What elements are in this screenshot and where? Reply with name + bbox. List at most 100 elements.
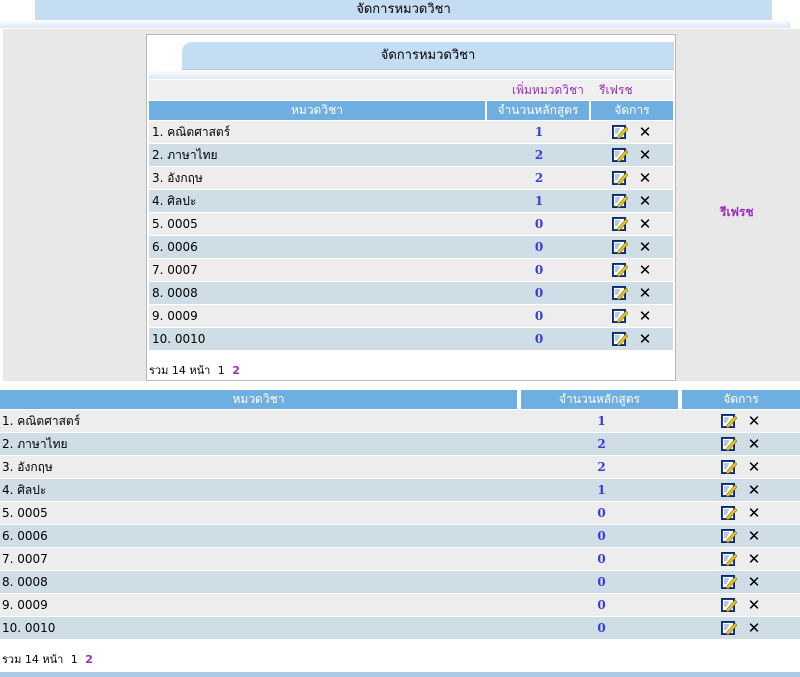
delete-icon[interactable]: ✕ [747,437,761,452]
delete-icon[interactable]: ✕ [638,309,652,324]
edit-icon[interactable] [612,263,629,278]
course-count[interactable]: 0 [487,236,591,258]
table-row: 8. 0008 0 ✕ [149,282,673,304]
delete-icon[interactable]: ✕ [638,125,652,140]
course-count[interactable]: 0 [487,305,591,327]
category-name: 1. คณิตศาสตร์ [149,121,487,143]
column-header-count: จำนวนหลักสูตร [487,101,591,120]
delete-icon[interactable]: ✕ [747,621,761,636]
edit-icon[interactable] [612,148,629,163]
edit-icon[interactable] [721,621,738,636]
course-count[interactable]: 0 [521,594,682,616]
delete-icon[interactable]: ✕ [747,575,761,590]
delete-icon[interactable]: ✕ [638,286,652,301]
delete-icon[interactable]: ✕ [638,240,652,255]
row-actions: ✕ [591,190,673,212]
edit-icon[interactable] [721,460,738,475]
side-refresh-link[interactable]: รีเฟรช [720,203,754,222]
course-count[interactable]: 0 [487,259,591,281]
table-row: 4. ศิลปะ 1 ✕ [0,479,800,501]
page-summary: รวม 14 หน้า [2,653,64,666]
page-current: 1 [217,364,225,377]
course-count[interactable]: 2 [487,167,591,189]
table-row: 8. 0008 0 ✕ [0,571,800,593]
panel-actions: เพิ่มหมวดวิชา รีเฟรช [149,80,673,100]
table-row: 7. 0007 0 ✕ [0,548,800,570]
category-name: 2. ภาษาไทย [149,144,487,166]
course-count[interactable]: 1 [487,190,591,212]
course-count[interactable]: 1 [487,121,591,143]
delete-icon[interactable]: ✕ [638,148,652,163]
course-count[interactable]: 0 [487,282,591,304]
course-count[interactable]: 1 [521,479,682,501]
delete-icon[interactable]: ✕ [638,332,652,347]
refresh-link[interactable]: รีเฟรช [599,80,633,100]
edit-icon[interactable] [721,437,738,452]
edit-icon[interactable] [612,171,629,186]
course-count[interactable]: 2 [521,433,682,455]
course-count[interactable]: 2 [487,144,591,166]
row-actions: ✕ [591,213,673,235]
footer-line [0,672,800,677]
delete-icon[interactable]: ✕ [638,194,652,209]
table-row: 3. อังกฤษ 2 ✕ [149,167,673,189]
page-link-2[interactable]: 2 [85,653,93,666]
edit-icon[interactable] [721,598,738,613]
course-count[interactable]: 0 [521,525,682,547]
column-header-count: จำนวนหลักสูตร [521,390,682,409]
edit-icon[interactable] [721,552,738,567]
delete-icon[interactable]: ✕ [747,552,761,567]
row-actions: ✕ [682,410,800,432]
edit-icon[interactable] [612,286,629,301]
row-actions: ✕ [591,259,673,281]
row-actions: ✕ [591,305,673,327]
table-row: 10. 0010 0 ✕ [149,328,673,350]
delete-icon[interactable]: ✕ [747,414,761,429]
edit-icon[interactable] [721,483,738,498]
delete-icon[interactable]: ✕ [638,217,652,232]
course-count[interactable]: 0 [521,571,682,593]
delete-icon[interactable]: ✕ [747,598,761,613]
pagination-bottom: รวม 14 หน้า 1 2 [2,650,93,668]
course-count[interactable]: 0 [487,213,591,235]
row-actions: ✕ [682,502,800,524]
edit-icon[interactable] [612,125,629,140]
add-category-link[interactable]: เพิ่มหมวดวิชา [512,80,584,100]
delete-icon[interactable]: ✕ [747,529,761,544]
edit-icon[interactable] [612,332,629,347]
category-name: 1. คณิตศาสตร์ [0,410,521,432]
full-category-table: หมวดวิชา จำนวนหลักสูตร จัดการ 1. คณิตศาส… [0,389,800,640]
course-count[interactable]: 0 [521,617,682,639]
course-count[interactable]: 2 [521,456,682,478]
table-row: 1. คณิตศาสตร์ 1 ✕ [149,121,673,143]
delete-icon[interactable]: ✕ [638,171,652,186]
course-count[interactable]: 0 [487,328,591,350]
category-name: 7. 0007 [0,548,521,570]
category-name: 3. อังกฤษ [149,167,487,189]
delete-icon[interactable]: ✕ [638,263,652,278]
row-actions: ✕ [682,479,800,501]
header-strip [0,20,790,28]
row-actions: ✕ [591,282,673,304]
page-link-2[interactable]: 2 [232,364,240,377]
category-name: 10. 0010 [149,328,487,350]
delete-icon[interactable]: ✕ [747,483,761,498]
edit-icon[interactable] [721,506,738,521]
edit-icon[interactable] [721,414,738,429]
edit-icon[interactable] [721,529,738,544]
course-count[interactable]: 1 [521,410,682,432]
table-row: 2. ภาษาไทย 2 ✕ [0,433,800,455]
edit-icon[interactable] [612,194,629,209]
delete-icon[interactable]: ✕ [747,460,761,475]
edit-icon[interactable] [612,217,629,232]
course-count[interactable]: 0 [521,502,682,524]
edit-icon[interactable] [612,240,629,255]
table-row: 6. 0006 0 ✕ [149,236,673,258]
category-name: 7. 0007 [149,259,487,281]
edit-icon[interactable] [721,575,738,590]
table-header-row: หมวดวิชา จำนวนหลักสูตร จัดการ [149,101,673,120]
edit-icon[interactable] [612,309,629,324]
course-count[interactable]: 0 [521,548,682,570]
row-actions: ✕ [591,167,673,189]
delete-icon[interactable]: ✕ [747,506,761,521]
